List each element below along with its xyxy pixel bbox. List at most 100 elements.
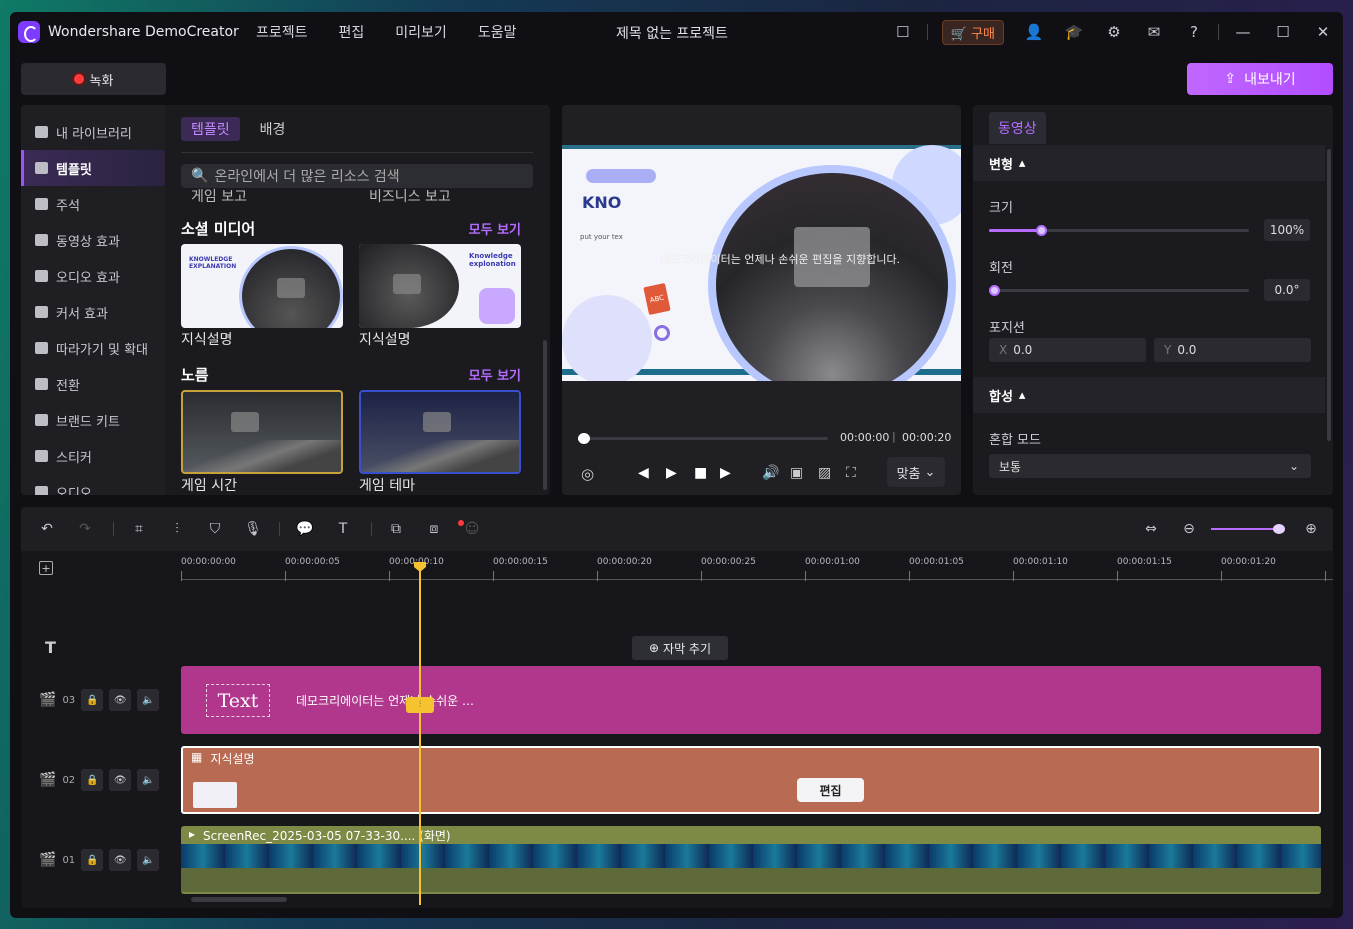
add-track-icon[interactable]: +	[39, 561, 53, 575]
undo-icon[interactable]: ↶	[39, 521, 55, 537]
crop-icon[interactable]: ⌗	[131, 521, 147, 537]
zoom-slider[interactable]	[1211, 524, 1285, 534]
zoom-in-icon[interactable]: ⊕	[1303, 521, 1319, 537]
caret-up-icon: ▴	[1018, 387, 1026, 403]
minimize-icon[interactable]: —	[1223, 23, 1263, 41]
timeline-ruler[interactable]: 00:00:00:00 00:00:00:05 00:00:00:10 00:0…	[181, 557, 1333, 583]
microphone-icon[interactable]: 🎙	[244, 521, 262, 537]
background-icon[interactable]: ▨	[818, 465, 831, 481]
avatar-icon[interactable]: ☺	[464, 521, 480, 537]
tools-icon[interactable]: ⚙	[1094, 23, 1134, 41]
template-clip[interactable]: ▦ 지식설명 편집	[181, 746, 1321, 814]
snapshot-icon[interactable]: ◎	[581, 465, 594, 483]
notes-icon[interactable]: ☐	[883, 23, 923, 41]
comment-icon[interactable]: 💬	[296, 521, 313, 537]
sidebar-item-audio[interactable]: 오디오	[21, 474, 165, 495]
lock-icon[interactable]: 🔒	[81, 689, 104, 711]
tick-mark	[493, 571, 494, 581]
menu-edit[interactable]: 편집	[339, 22, 365, 42]
template-thumbnail[interactable]	[181, 390, 343, 474]
sidebar-item-cursor-effects[interactable]: 커서 효과	[21, 294, 165, 330]
slider-knob[interactable]	[989, 285, 1000, 296]
progress-knob[interactable]	[578, 433, 590, 444]
caption-icon[interactable]: ⧉	[388, 521, 404, 537]
eye-icon[interactable]: 👁	[109, 849, 132, 871]
mute-icon[interactable]: 🔈	[137, 849, 160, 871]
blend-mode-select[interactable]: 보통 ⌄	[989, 454, 1311, 478]
composite-header[interactable]: 합성 ▴	[973, 377, 1325, 413]
sidebar-item-library[interactable]: 내 라이브러리	[21, 114, 165, 150]
template-thumbnail[interactable]	[359, 390, 521, 474]
track-number: 01	[62, 854, 76, 866]
see-all-link[interactable]: 모두 보기	[469, 365, 521, 384]
tab-templates[interactable]: 템플릿	[181, 117, 240, 141]
sidebar-item-brand-kit[interactable]: 브랜드 키트	[21, 402, 165, 438]
zoom-out-icon[interactable]: ⊖	[1181, 521, 1197, 537]
add-subtitle-button[interactable]: ⊕ 자막 추기	[632, 636, 728, 660]
mute-icon[interactable]: 🔈	[137, 689, 160, 711]
marker-icon[interactable]: ⛉	[207, 521, 223, 537]
size-value[interactable]: 100%	[1264, 219, 1310, 241]
template-thumbnail[interactable]: Knowledge explonation	[359, 244, 521, 328]
menu-preview[interactable]: 미리보기	[395, 22, 447, 42]
see-all-link[interactable]: 모두 보기	[469, 219, 521, 238]
record-button[interactable]: 녹화	[21, 63, 166, 95]
ai-caption-icon[interactable]: ⧈	[426, 521, 442, 537]
next-frame-icon[interactable]: ▶	[720, 465, 731, 481]
account-icon[interactable]: 👤	[1014, 23, 1054, 41]
volume-icon[interactable]: 🔊	[762, 465, 779, 481]
redo-icon[interactable]: ↷	[77, 521, 93, 537]
playhead[interactable]	[419, 565, 421, 905]
template-thumbnail[interactable]: KNOWLEDGE EXPLANATION	[181, 244, 343, 328]
eye-icon[interactable]: 👁	[109, 769, 132, 791]
help-icon[interactable]: ?	[1174, 23, 1214, 41]
search-input[interactable]: 🔍 온라인에서 더 많은 리소스 검색	[181, 164, 533, 188]
position-y-field[interactable]: Y 0.0	[1154, 338, 1311, 362]
tab-backgrounds[interactable]: 배경	[250, 117, 296, 141]
zoom-knob[interactable]	[1273, 524, 1285, 534]
sidebar-item-video-effects[interactable]: 동영상 효과	[21, 222, 165, 258]
split-icon[interactable]: ⫶	[169, 521, 185, 537]
split-marker-icon[interactable]: ⫶	[406, 697, 434, 713]
lock-icon[interactable]: 🔒	[81, 769, 104, 791]
size-slider[interactable]	[989, 225, 1249, 236]
buy-button[interactable]: 🛒 구매	[941, 19, 1004, 45]
mail-icon[interactable]: ✉	[1134, 23, 1174, 41]
position-x-field[interactable]: X 0.0	[989, 338, 1146, 362]
sidebar-item-annotations[interactable]: 주석	[21, 186, 165, 222]
text-icon[interactable]: T	[335, 521, 351, 537]
sidebar-item-audio-effects[interactable]: 오디오 효과	[21, 258, 165, 294]
sidebar-item-stickers[interactable]: 스티커	[21, 438, 165, 474]
crop-icon[interactable]: ▣	[790, 465, 803, 481]
slider-knob[interactable]	[1036, 225, 1047, 236]
play-icon[interactable]: ▶	[666, 465, 677, 481]
text-clip[interactable]: Text 데모크리에이터는 언제나 손쉬운 …	[181, 666, 1321, 734]
sidebar-item-pan-zoom[interactable]: 따라가기 및 확대	[21, 330, 165, 366]
tutorial-icon[interactable]: 🎓	[1054, 23, 1094, 41]
rotate-slider[interactable]	[989, 285, 1249, 296]
sidebar-item-templates[interactable]: 템플릿	[21, 150, 165, 186]
lock-icon[interactable]: 🔒	[81, 849, 104, 871]
tab-video[interactable]: 동영상	[989, 112, 1046, 144]
fit-timeline-icon[interactable]: ⇔	[1143, 521, 1159, 537]
prev-frame-icon[interactable]: ◀	[638, 465, 649, 481]
edit-button[interactable]: 편집	[797, 778, 864, 802]
scrollbar[interactable]	[543, 340, 547, 490]
maximize-icon[interactable]: ☐	[1263, 23, 1303, 41]
close-icon[interactable]: ✕	[1303, 23, 1343, 41]
timeline-scrollbar[interactable]	[191, 897, 287, 902]
menu-project[interactable]: 프로젝트	[256, 22, 308, 42]
mute-icon[interactable]: 🔈	[137, 769, 160, 791]
fit-select[interactable]: 맞춤 ⌄	[887, 457, 945, 487]
menu-help[interactable]: 도움말	[478, 22, 517, 42]
export-button[interactable]: ⇪ 내보내기	[1187, 63, 1333, 95]
sidebar-item-transitions[interactable]: 전환	[21, 366, 165, 402]
fullscreen-icon[interactable]: ⛶	[846, 465, 856, 481]
eye-icon[interactable]: 👁	[109, 689, 132, 711]
transform-header[interactable]: 변형 ▴	[973, 145, 1325, 181]
playback-progress[interactable]	[578, 433, 828, 444]
scrollbar[interactable]	[1327, 149, 1331, 441]
rotate-value[interactable]: 0.0°	[1264, 279, 1310, 301]
stop-icon[interactable]: ■	[694, 465, 707, 481]
screen-recording-clip[interactable]: ▸ ScreenRec_2025-03-05 07-33-30.... (화면)	[181, 826, 1321, 894]
